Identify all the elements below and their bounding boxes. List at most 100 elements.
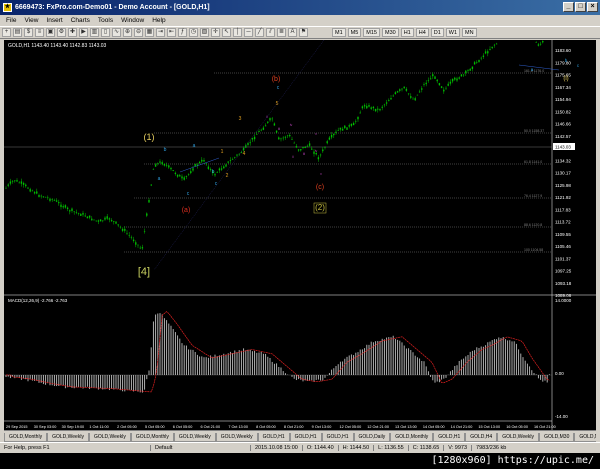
chart-tab[interactable]: GOLD,Monthly <box>130 433 174 442</box>
terminal-icon[interactable]: ▣ <box>46 28 55 37</box>
candle-body <box>535 42 537 43</box>
chart-tab[interactable]: GOLD,Weekly <box>215 433 258 442</box>
candle-body <box>467 70 469 71</box>
chart-tab[interactable]: GOLD,Weekly <box>173 433 216 442</box>
chart-tab[interactable]: GOLD,H1 <box>257 433 290 442</box>
macd-tick: 0.00 <box>555 371 564 376</box>
new-order-icon[interactable]: ✚ <box>68 28 77 37</box>
chart-tab[interactable]: GOLD,H1 <box>433 433 466 442</box>
chart-tab[interactable]: GOLD,M5 <box>574 433 596 442</box>
candle-body <box>262 127 265 130</box>
menu-view[interactable]: View <box>20 17 42 24</box>
menu-file[interactable]: File <box>2 17 20 24</box>
menu-tools[interactable]: Tools <box>94 17 117 24</box>
candle-body <box>141 247 144 249</box>
vline-icon[interactable]: │ <box>233 28 242 37</box>
profiles-icon[interactable]: ▤ <box>13 28 22 37</box>
timeframe-mn[interactable]: MN <box>462 28 477 37</box>
candle-body <box>410 96 412 98</box>
tester-icon[interactable]: ⚙ <box>57 28 66 37</box>
market-watch-icon[interactable]: $ <box>24 28 33 37</box>
chart-tab[interactable]: GOLD,H1 <box>321 433 354 442</box>
shift-icon[interactable]: ⇤ <box>167 28 176 37</box>
trendline-icon[interactable]: ╱ <box>255 28 264 37</box>
candle-body <box>341 128 344 131</box>
candle-body <box>267 121 269 123</box>
text-icon[interactable]: A <box>288 28 297 37</box>
timeframe-m1[interactable]: M1 <box>332 28 346 37</box>
candle-body <box>253 136 256 140</box>
candle-body <box>339 127 342 130</box>
price-tick: 1093.18 <box>555 281 572 286</box>
menu-help[interactable]: Help <box>148 17 169 24</box>
cursor-icon[interactable]: ↖ <box>222 28 231 37</box>
wave-label: ii <box>292 155 294 159</box>
timeframe-w1[interactable]: W1 <box>445 28 461 37</box>
candle-body <box>27 187 29 189</box>
timeframe-m30[interactable]: M30 <box>381 28 399 37</box>
bar-chart-icon[interactable]: ▥ <box>90 28 99 37</box>
candle-body <box>5 187 7 189</box>
menu-insert[interactable]: Insert <box>42 17 66 24</box>
chart-tab[interactable]: GOLD,H4 <box>465 433 498 442</box>
candle-chart-icon[interactable]: ▯ <box>101 28 110 37</box>
timeframe-h1[interactable]: H1 <box>400 28 414 37</box>
fibo-icon[interactable]: ≣ <box>277 28 286 37</box>
indicators-icon[interactable]: ƒ <box>178 28 187 37</box>
timeframe-d1[interactable]: D1 <box>430 28 444 37</box>
menu-charts[interactable]: Charts <box>67 17 94 24</box>
tile-icon[interactable]: ▦ <box>145 28 154 37</box>
minimize-button[interactable]: _ <box>563 2 574 12</box>
zoom-in-icon[interactable]: ⊕ <box>123 28 132 37</box>
candle-body <box>190 171 192 174</box>
zoom-out-icon[interactable]: ⊖ <box>134 28 143 37</box>
candle-body <box>300 149 302 151</box>
channel-icon[interactable]: ⫽ <box>266 28 275 37</box>
chart-tab[interactable]: GOLD,Monthly <box>390 433 434 442</box>
candle-body <box>51 199 53 200</box>
candle-body <box>174 172 177 175</box>
chart-tab[interactable]: GOLD,Weekly <box>88 433 131 442</box>
line-chart-icon[interactable]: ∿ <box>112 28 121 37</box>
candle-body <box>69 210 71 212</box>
timeframe-m15[interactable]: M15 <box>363 28 380 37</box>
label-icon[interactable]: ⚑ <box>299 28 308 37</box>
chart-tab[interactable]: GOLD,Weekly <box>47 433 89 442</box>
candle-body <box>344 125 346 129</box>
candle-body <box>449 81 452 84</box>
candle-body <box>91 218 93 221</box>
price-chart[interactable]: GOLD,H1 1143.40 1143.40 1142.83 1143.03 1… <box>4 40 596 430</box>
chart-tab[interactable]: GOLD,Weekly <box>497 433 540 442</box>
candle-body <box>157 163 159 164</box>
candle-body <box>71 208 73 211</box>
crosshair-icon[interactable]: ✛ <box>211 28 220 37</box>
templates-icon[interactable]: ▧ <box>200 28 209 37</box>
hline-icon[interactable]: ─ <box>244 28 253 37</box>
chart-tab[interactable]: GOLD,M30 <box>539 433 575 442</box>
timeframe-h4[interactable]: H4 <box>415 28 429 37</box>
close-button[interactable]: × <box>587 2 598 12</box>
chart-tab[interactable]: GOLD,Monthly <box>4 433 48 442</box>
window-title: 6669473: FxPro.com-Demo01 - Demo Account… <box>15 4 210 11</box>
chart-tab[interactable]: GOLD,H1 <box>289 433 322 442</box>
new-chart-icon[interactable]: + <box>2 28 11 37</box>
candle-body <box>416 94 419 96</box>
price-tick: 1150.82 <box>555 109 571 114</box>
candle-body <box>359 112 361 114</box>
candle-body <box>73 211 75 213</box>
candle-body <box>110 220 113 222</box>
status-cell: C: 1138.65 <box>407 445 444 451</box>
chart-header: GOLD,H1 1143.40 1143.40 1142.83 1143.03 <box>8 43 107 49</box>
candle-body <box>399 89 401 91</box>
timeframe-m5[interactable]: M5 <box>347 28 362 37</box>
menu-window[interactable]: Window <box>117 17 148 24</box>
auto-trading-icon[interactable]: ▶ <box>79 28 88 37</box>
navigator-icon[interactable]: ≡ <box>35 28 44 37</box>
maximize-button[interactable]: □ <box>575 2 586 12</box>
autoscroll-icon[interactable]: ⇥ <box>156 28 165 37</box>
chart-tab[interactable]: GOLD,Daily <box>353 433 391 442</box>
periods-icon[interactable]: ◷ <box>189 28 198 37</box>
status-cell: O: 1144.40 <box>301 445 338 451</box>
candle-body <box>124 228 126 231</box>
candle-body <box>478 60 480 63</box>
